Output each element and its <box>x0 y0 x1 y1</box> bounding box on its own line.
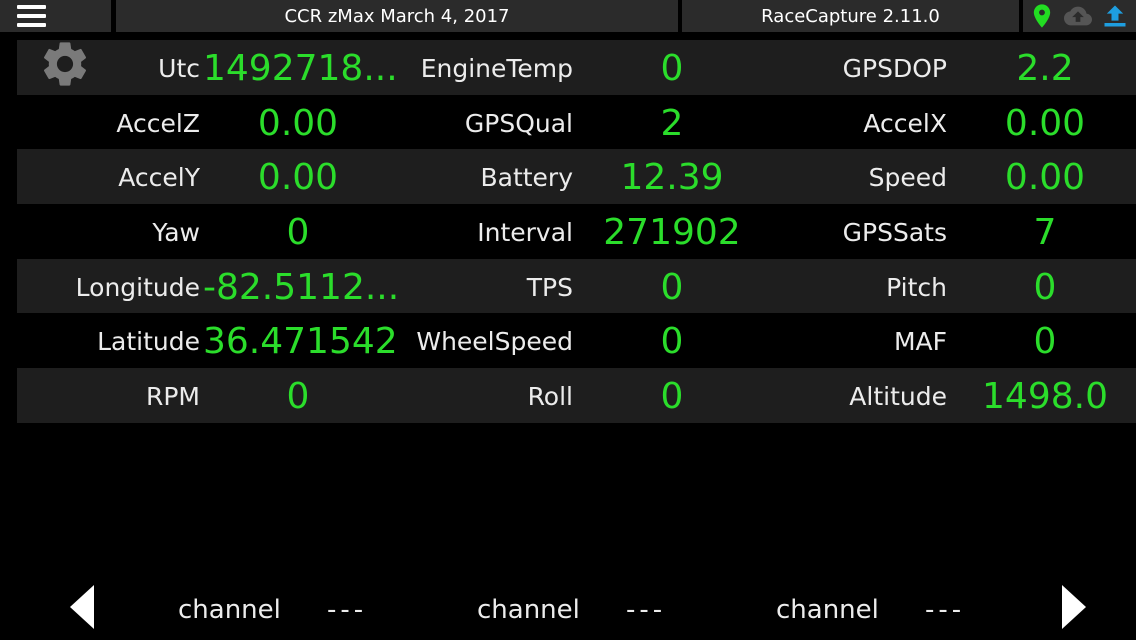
previous-arrow-icon[interactable] <box>66 583 98 631</box>
grid-row: Latitude 36.471542 WheelSpeed 0 MAF 0 <box>17 313 1136 368</box>
bottom-channel-value: --- <box>925 595 966 625</box>
channel-value[interactable]: 0 <box>950 313 1136 368</box>
grid-row: RPM 0 Roll 0 Altitude 1498.0 <box>17 368 1136 423</box>
bottom-channel-name[interactable]: channel <box>477 590 580 630</box>
channel-value[interactable]: 0.00 <box>203 95 393 150</box>
app-version-box: RaceCapture 2.11.0 <box>682 0 1019 32</box>
grid-row: AccelY 0.00 Battery 12.39 Speed 0.00 <box>17 149 1136 205</box>
channel-value[interactable]: 0 <box>577 313 767 368</box>
menu-button[interactable] <box>0 0 111 32</box>
channel-value[interactable]: 0 <box>203 368 393 423</box>
bottom-channel-value: --- <box>327 595 368 625</box>
channel-value[interactable]: 36.471542 <box>203 313 398 368</box>
channel-label: GPSDOP <box>842 54 947 83</box>
channel-label: Speed <box>868 163 947 193</box>
grid-row: Longitude -82.5112... TPS 0 Pitch 0 <box>17 258 1136 314</box>
top-bar: CCR zMax March 4, 2017 RaceCapture 2.11.… <box>0 0 1136 32</box>
channel-value[interactable]: 0 <box>577 368 767 423</box>
channel-label: MAF <box>893 327 947 357</box>
channel-value[interactable]: -82.5112... <box>203 259 399 314</box>
grid-row: Utc 1492718... EngineTemp 0 GPSDOP 2.2 <box>17 40 1136 95</box>
channel-value[interactable]: 0.00 <box>950 95 1136 150</box>
channel-label: Pitch <box>886 272 947 302</box>
channel-value[interactable]: 0 <box>577 259 767 314</box>
status-icons <box>1023 0 1136 32</box>
bottom-channel-name[interactable]: channel <box>776 590 879 630</box>
channel-label: Interval <box>477 218 573 248</box>
gps-pin-icon[interactable] <box>1028 2 1056 30</box>
channel-value[interactable]: 2.2 <box>950 40 1136 95</box>
channel-label: Yaw <box>152 218 200 248</box>
channel-value[interactable]: 0 <box>577 40 767 95</box>
channel-value[interactable]: 12.39 <box>577 149 767 204</box>
channel-label: TPS <box>526 272 573 302</box>
event-title: CCR zMax March 4, 2017 <box>284 6 510 27</box>
channel-label: AccelX <box>863 108 947 138</box>
channel-label: AccelZ <box>116 108 200 138</box>
channel-label: Roll <box>527 382 573 412</box>
channel-value[interactable]: 0 <box>203 204 393 259</box>
grid-row: Yaw 0 Interval 271902 GPSSats 7 <box>17 204 1136 259</box>
channel-grid: Utc 1492718... EngineTemp 0 GPSDOP 2.2 A… <box>17 40 1136 423</box>
bottom-channel-bar: channel --- channel --- channel --- <box>0 580 1136 640</box>
channel-label: AccelY <box>118 163 200 193</box>
channel-label: Latitude <box>97 327 200 357</box>
channel-label: RPM <box>145 382 200 412</box>
channel-label: GPSQual <box>464 108 573 138</box>
channel-value[interactable]: 0.00 <box>203 149 393 204</box>
upload-icon[interactable] <box>1101 2 1129 30</box>
grid-row: AccelZ 0.00 GPSQual 2 AccelX 0.00 <box>17 95 1136 150</box>
cloud-icon[interactable] <box>1064 2 1092 30</box>
channel-value[interactable]: 1492718... <box>203 40 398 95</box>
channel-label: GPSSats <box>842 218 947 248</box>
channel-label: Utc <box>158 54 200 83</box>
channel-value[interactable]: 1498.0 <box>950 368 1136 423</box>
channel-value[interactable]: 7 <box>950 204 1136 259</box>
next-arrow-icon[interactable] <box>1058 583 1090 631</box>
app-version: RaceCapture 2.11.0 <box>761 6 940 27</box>
channel-value[interactable]: 2 <box>577 95 767 150</box>
bottom-channel-name[interactable]: channel <box>178 590 281 630</box>
menu-icon <box>17 4 46 28</box>
channel-value[interactable]: 0.00 <box>950 149 1136 204</box>
channel-label: Longitude <box>75 272 200 302</box>
channel-label: WheelSpeed <box>416 327 573 357</box>
channel-label: Altitude <box>849 382 947 412</box>
channel-label: Battery <box>480 163 573 193</box>
channel-value[interactable]: 271902 <box>577 204 767 259</box>
event-title-box: CCR zMax March 4, 2017 <box>116 0 678 32</box>
channel-value[interactable]: 0 <box>950 259 1136 314</box>
channel-label: EngineTemp <box>420 54 573 83</box>
bottom-channel-value: --- <box>626 595 667 625</box>
